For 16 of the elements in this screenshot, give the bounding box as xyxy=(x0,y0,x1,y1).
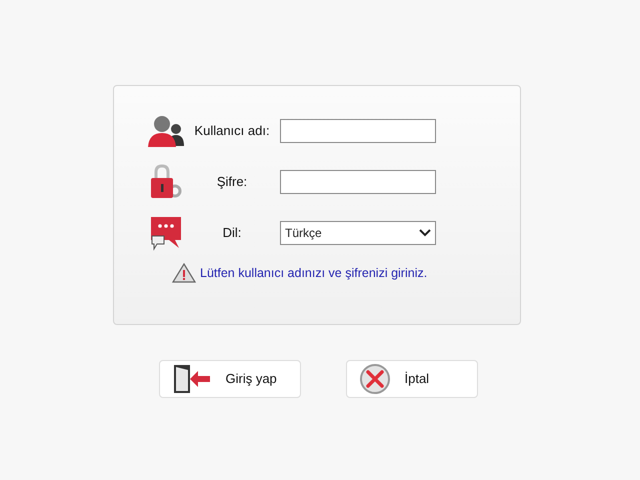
users-icon xyxy=(147,114,185,148)
login-button[interactable]: Giriş yap xyxy=(158,360,300,398)
warning-icon xyxy=(172,263,196,283)
chat-bubble-icon xyxy=(149,215,183,251)
cancel-button[interactable]: İptal xyxy=(346,360,478,398)
username-field[interactable] xyxy=(280,119,436,143)
password-field[interactable] xyxy=(280,170,436,194)
chevron-down-icon xyxy=(419,229,431,237)
field-label: Kullanıcı adı: xyxy=(194,122,270,140)
language-dropdown[interactable]: Türkçe xyxy=(280,221,436,245)
padlock-icon xyxy=(149,163,183,201)
field-label: Şifre: xyxy=(216,173,248,192)
hint-message: Lütfen kullanıcı adınızı ve şifrenizi giriniz. xyxy=(200,264,428,282)
door-arrow-icon xyxy=(172,364,212,394)
field-label: Dil: xyxy=(222,224,242,242)
cancel-icon xyxy=(358,363,390,395)
